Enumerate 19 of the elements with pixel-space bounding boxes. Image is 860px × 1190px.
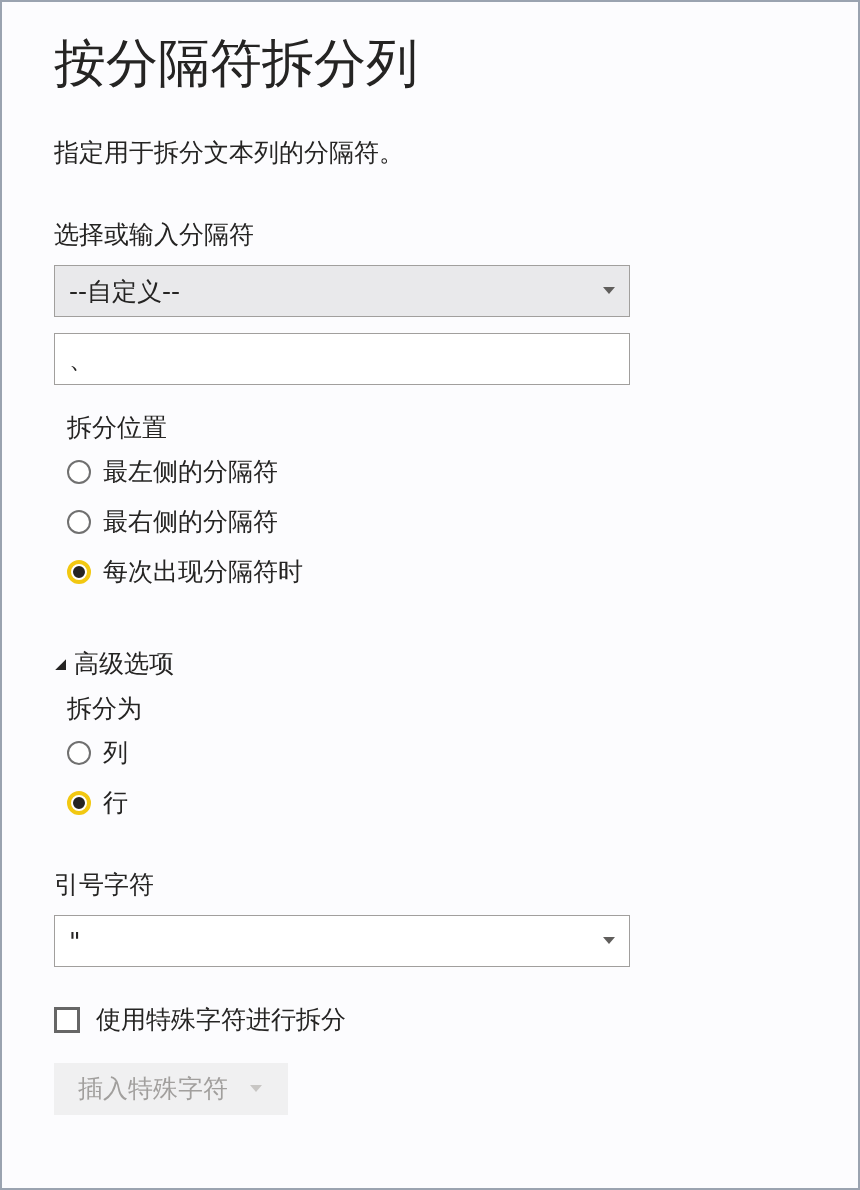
description-text: 指定用于拆分文本列的分隔符。 xyxy=(54,137,405,170)
caret-icon xyxy=(603,287,615,296)
radio-option[interactable]: 每次出现分隔符时 xyxy=(67,546,303,597)
radio-option[interactable]: 列 xyxy=(67,727,128,778)
section-label: 拆分位置 xyxy=(67,412,168,445)
checkbox-label: 使用特殊字符进行拆分 xyxy=(96,1004,346,1037)
dialog-title: 按分隔符拆分列 xyxy=(54,32,419,95)
field-label: 选择或输入分隔符 xyxy=(54,218,255,251)
delimiter-input[interactable]: 、 xyxy=(54,333,630,386)
caret-icon xyxy=(250,1084,262,1093)
delimiter-dropdown[interactable]: --自定义-- xyxy=(54,265,630,318)
checkbox[interactable] xyxy=(54,1007,80,1034)
radio-option[interactable]: 最左侧的分隔符 xyxy=(67,446,278,497)
radio-option[interactable]: 行 xyxy=(67,777,128,828)
caret-icon xyxy=(603,937,615,946)
quote-dropdown[interactable]: " xyxy=(54,915,630,968)
section-label: 拆分为 xyxy=(67,693,143,726)
advanced-toggle[interactable]: 高级选项 xyxy=(54,644,174,683)
radio-option[interactable]: 最右侧的分隔符 xyxy=(67,496,278,547)
